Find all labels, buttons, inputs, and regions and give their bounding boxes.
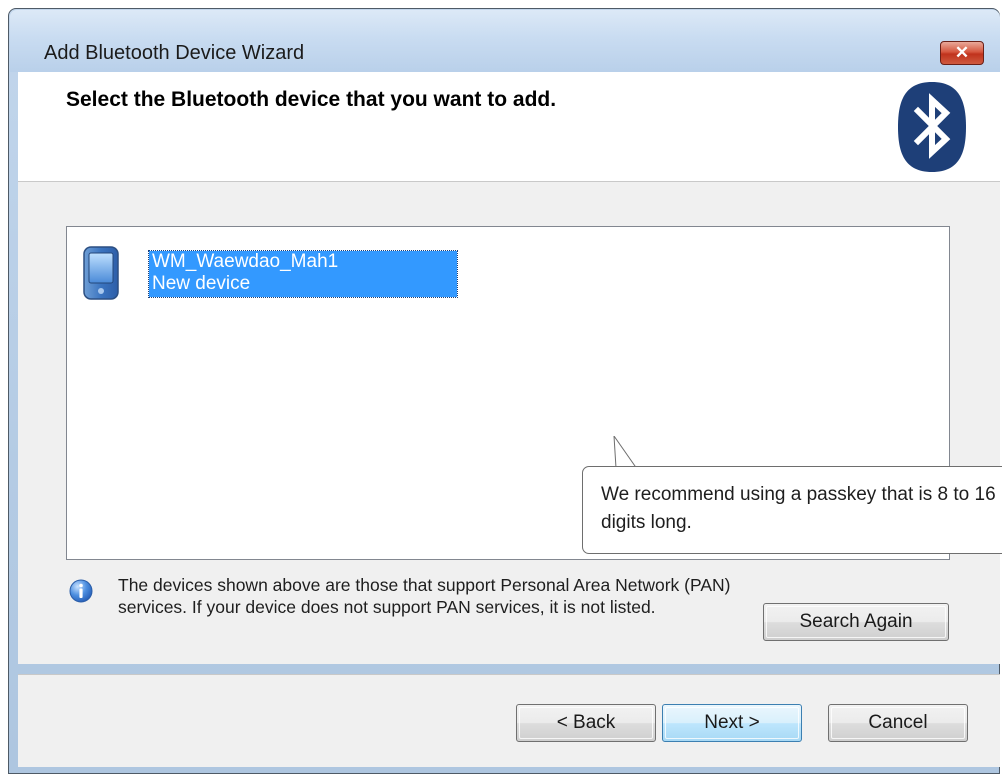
tooltip-text: We recommend using a passkey that is 8 t… — [601, 484, 996, 533]
cancel-label: Cancel — [868, 712, 928, 733]
tooltip-tail — [612, 436, 637, 469]
passkey-tooltip: We recommend using a passkey that is 8 t… — [582, 466, 1002, 554]
cancel-button[interactable]: Cancel — [828, 704, 968, 742]
wizard-header: Select the Bluetooth device that you wan… — [18, 72, 1000, 182]
search-again-button[interactable]: Search Again — [763, 603, 949, 641]
back-label: < Back — [556, 712, 616, 733]
info-text: The devices shown above are those that s… — [118, 575, 731, 617]
bluetooth-logo-icon — [898, 82, 966, 172]
window-title: Add Bluetooth Device Wizard — [44, 42, 305, 64]
search-again-label: Search Again — [799, 611, 913, 632]
close-icon: ✕ — [954, 43, 970, 62]
close-button[interactable]: ✕ — [940, 41, 984, 65]
next-label: Next > — [704, 712, 760, 733]
pocket-pc-device-icon — [83, 246, 119, 300]
back-button[interactable]: < Back — [516, 704, 656, 742]
device-name-label[interactable]: WM_Waewdao_Mah1 New device — [148, 250, 458, 298]
info-icon — [69, 579, 93, 603]
title-bar[interactable]: Add Bluetooth Device Wizard ✕ — [10, 10, 1000, 72]
next-button[interactable]: Next > — [662, 704, 802, 742]
wizard-instruction: Select the Bluetooth device that you wan… — [66, 88, 557, 111]
device-status: New device — [152, 273, 251, 294]
device-name: WM_Waewdao_Mah1 — [152, 251, 339, 272]
